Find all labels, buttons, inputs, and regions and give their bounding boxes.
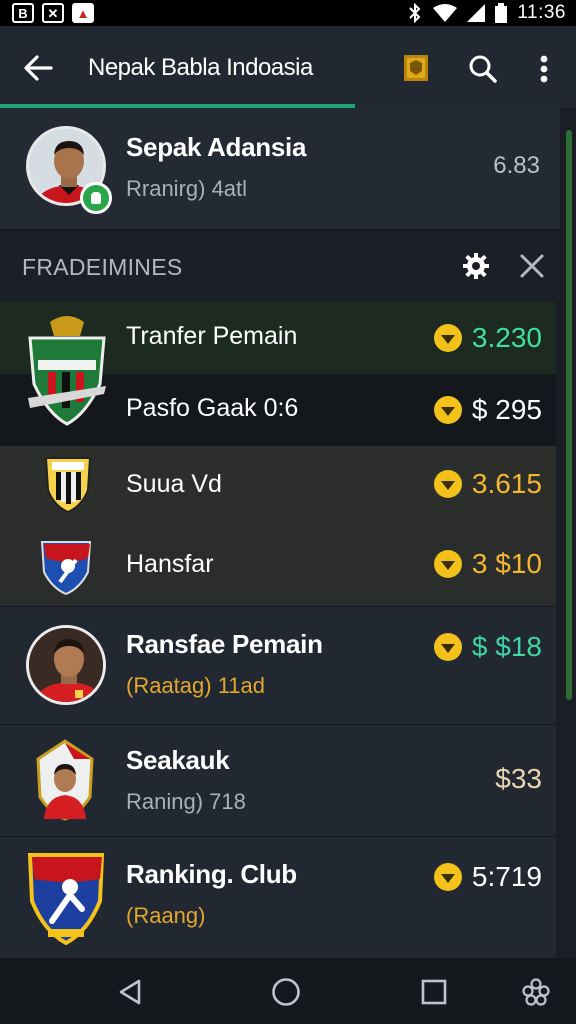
card-price-value: $ $18 (471, 631, 542, 662)
settings-gear-icon (463, 253, 489, 279)
online-badge (80, 182, 112, 214)
search-button[interactable] (464, 50, 502, 88)
status-right-icons: 11:36 (407, 2, 576, 24)
more-vertical-icon (540, 55, 548, 83)
filter-button[interactable] (458, 248, 494, 284)
profile-value: 6.83 (493, 152, 540, 179)
club-crest-button[interactable] (398, 50, 434, 86)
nav-back-button[interactable] (112, 974, 148, 1010)
transfer-price-value: $ 295 (471, 394, 542, 425)
card-title: Seakauk (126, 745, 230, 775)
notification-b-icon: B (12, 3, 34, 23)
card-price-value: $33 (495, 763, 542, 794)
coin-icon (433, 550, 462, 578)
transfer-price-value: 3.230 (471, 322, 542, 353)
transfer-price-value: 3 $10 (471, 548, 542, 579)
club-crest-juventus-icon (42, 454, 94, 514)
player-photo-icon (29, 628, 103, 702)
coin-icon (433, 863, 462, 891)
search-icon (469, 55, 497, 83)
section-header: FRADEIMINES (0, 232, 560, 302)
club-crest-icon (404, 55, 428, 81)
bluetooth-icon (409, 3, 421, 23)
transfer-label: Suua Vd (126, 470, 222, 498)
transfer-price-value: 3.615 (471, 468, 542, 499)
transfer-label: Tranfer Pemain (126, 322, 298, 350)
card-subtitle: Raning) 718 (126, 789, 246, 814)
section-title: FRADEIMINES (22, 254, 183, 280)
list-item[interactable]: Seakauk Raning) 718 $33 (0, 724, 556, 836)
nav-home-button[interactable] (268, 974, 304, 1010)
club-crest-blue-icon (40, 536, 92, 596)
back-button[interactable] (18, 48, 58, 88)
notification-x-icon: ✕ (42, 3, 64, 23)
profile-ranking: Rranirg) 4atl (126, 176, 248, 201)
list-item[interactable]: Ranking. Club (Raang) 5:719 (0, 836, 556, 958)
card-price-value: 5:719 (471, 861, 542, 892)
profile-card[interactable]: Sepak Adansia Rranirg) 4atl 6.83 (0, 108, 560, 230)
square-recents-icon (421, 979, 447, 1005)
transfer-price: 3 $10 (433, 548, 542, 580)
scrollbar[interactable] (566, 130, 572, 700)
transfer-price: 3.615 (433, 468, 542, 500)
transfer-row[interactable]: Suua Vd 3.615 (0, 446, 556, 524)
coin-icon (433, 396, 462, 424)
notification-red-icon: ▲ (72, 3, 94, 23)
status-left-icons: B ✕ ▲ (0, 3, 94, 23)
list-item[interactable]: Ransfae Pemain (Raatag) 11ad $ $18 (0, 606, 556, 724)
card-price: $33 (495, 763, 542, 795)
card-title: Ranking. Club (126, 859, 297, 889)
wifi-icon (433, 4, 458, 22)
page-title: Nepak Babla Indoasia (88, 54, 313, 81)
coin-icon (433, 470, 462, 498)
player-crest-icon (34, 739, 96, 821)
nav-assistant-button[interactable] (518, 974, 554, 1010)
battery-icon (495, 3, 508, 23)
status-bar: B ✕ ▲ 11:36 (0, 0, 576, 26)
nav-recents-button[interactable] (416, 974, 452, 1010)
flower-assistant-icon (522, 978, 550, 1006)
player-avatar (26, 625, 106, 705)
close-button[interactable] (514, 248, 550, 284)
triangle-back-icon (119, 979, 141, 1005)
arrow-left-icon (24, 55, 53, 81)
club-crest-ranking-icon (26, 849, 106, 946)
transfer-price: 3.230 (433, 322, 542, 354)
transfer-price: $ 295 (433, 394, 542, 426)
signal-icon (467, 4, 486, 22)
club-crest-large-icon (26, 314, 108, 426)
card-price: $ $18 (433, 631, 542, 663)
card-title: Ransfae Pemain (126, 629, 323, 659)
transfer-label: Pasfo Gaak 0:6 (126, 394, 299, 422)
transfer-label: Hansfar (126, 550, 214, 578)
app-bar: Nepak Babla Indoasia (0, 26, 576, 108)
card-subtitle: (Raatag) 11ad (126, 673, 266, 698)
more-options-button[interactable] (526, 50, 562, 88)
circle-home-icon (272, 978, 300, 1006)
profile-name: Sepak Adansia (126, 132, 307, 162)
transfer-row[interactable]: Hansfar 3 $10 (0, 524, 556, 606)
card-subtitle: (Raang) (126, 903, 206, 928)
close-icon (520, 254, 544, 278)
status-time: 11:36 (517, 2, 566, 23)
coin-icon (433, 633, 462, 661)
coin-icon (433, 324, 462, 352)
card-price: 5:719 (433, 861, 542, 893)
system-nav-bar (0, 958, 576, 1024)
